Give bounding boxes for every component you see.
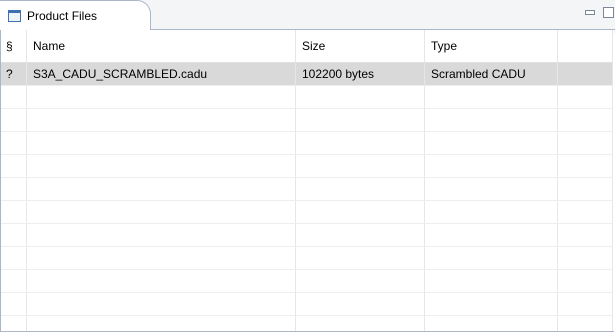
- empty-cell: [1, 200, 27, 224]
- empty-cell: [557, 223, 613, 247]
- empty-table-row: [1, 223, 613, 247]
- minimize-icon[interactable]: [585, 7, 595, 19]
- empty-cell: [295, 108, 425, 132]
- empty-cell: [26, 246, 296, 270]
- empty-cell: [26, 108, 296, 132]
- empty-cell: [424, 131, 558, 155]
- empty-cell: [424, 246, 558, 270]
- empty-cell: [557, 292, 613, 316]
- files-table-container: § Name Size Type ? S3A_CADU_SCRAMBLED.ca…: [0, 30, 614, 332]
- empty-table-row: [1, 315, 613, 331]
- empty-cell: [295, 246, 425, 270]
- empty-cell: [557, 154, 613, 178]
- empty-cell: [557, 131, 613, 155]
- cell-type: Scrambled CADU: [424, 62, 558, 86]
- files-table: § Name Size Type ? S3A_CADU_SCRAMBLED.ca…: [1, 30, 613, 331]
- column-header-name[interactable]: Name: [26, 30, 296, 63]
- empty-cell: [26, 315, 296, 331]
- empty-cell: [1, 292, 27, 316]
- column-header-marker[interactable]: §: [1, 30, 27, 63]
- empty-cell: [26, 154, 296, 178]
- column-header-size[interactable]: Size: [295, 30, 425, 63]
- empty-table-row: [1, 131, 613, 155]
- empty-cell: [424, 85, 558, 109]
- empty-table-row: [1, 200, 613, 224]
- empty-cell: [26, 131, 296, 155]
- empty-cell: [557, 269, 613, 293]
- empty-table-row: [1, 292, 613, 316]
- empty-cell: [1, 85, 27, 109]
- empty-cell: [295, 315, 425, 331]
- empty-cell: [295, 85, 425, 109]
- table-row[interactable]: ? S3A_CADU_SCRAMBLED.cadu 102200 bytes S…: [1, 62, 613, 86]
- empty-cell: [26, 292, 296, 316]
- empty-cell: [295, 200, 425, 224]
- empty-table-row: [1, 269, 613, 293]
- empty-cell: [26, 85, 296, 109]
- empty-table-row: [1, 85, 613, 109]
- empty-cell: [295, 177, 425, 201]
- empty-cell: [424, 200, 558, 224]
- empty-cell: [424, 315, 558, 331]
- empty-cell: [424, 269, 558, 293]
- empty-cell: [557, 108, 613, 132]
- empty-cell: [295, 223, 425, 247]
- tab-label: Product Files: [27, 9, 98, 23]
- cell-filler: [557, 62, 613, 86]
- empty-cell: [424, 177, 558, 201]
- empty-cell: [1, 315, 27, 331]
- empty-table-row: [1, 154, 613, 178]
- empty-cell: [557, 177, 613, 201]
- empty-cell: [557, 85, 613, 109]
- empty-cell: [295, 292, 425, 316]
- tab-bar: Product Files: [0, 0, 615, 34]
- column-header-type[interactable]: Type: [424, 30, 558, 63]
- empty-cell: [424, 292, 558, 316]
- empty-cell: [1, 269, 27, 293]
- empty-cell: [424, 108, 558, 132]
- empty-cell: [424, 154, 558, 178]
- empty-cell: [1, 108, 27, 132]
- empty-cell: [557, 246, 613, 270]
- cell-marker: ?: [1, 62, 27, 86]
- cell-size: 102200 bytes: [295, 62, 425, 86]
- empty-table-row: [1, 246, 613, 270]
- empty-table-row: [1, 177, 613, 201]
- empty-cell: [1, 177, 27, 201]
- empty-cell: [1, 246, 27, 270]
- maximize-icon[interactable]: [603, 7, 615, 19]
- empty-cell: [26, 177, 296, 201]
- product-files-view: Product Files § Name Size Type ? S3A_CAD…: [0, 0, 615, 333]
- tab-product-files[interactable]: Product Files: [0, 0, 151, 31]
- empty-table-row: [1, 108, 613, 132]
- cell-name: S3A_CADU_SCRAMBLED.cadu: [26, 62, 296, 86]
- empty-cell: [26, 269, 296, 293]
- empty-cell: [295, 154, 425, 178]
- window-icon: [8, 10, 21, 22]
- empty-cell: [557, 315, 613, 331]
- empty-cell: [26, 200, 296, 224]
- empty-cell: [1, 223, 27, 247]
- empty-cell: [26, 223, 296, 247]
- empty-cell: [1, 154, 27, 178]
- empty-cell: [295, 131, 425, 155]
- column-header-filler: [557, 30, 613, 63]
- empty-cell: [295, 269, 425, 293]
- table-header-row: § Name Size Type: [1, 30, 613, 63]
- empty-cell: [557, 200, 613, 224]
- empty-cell: [1, 131, 27, 155]
- empty-cell: [424, 223, 558, 247]
